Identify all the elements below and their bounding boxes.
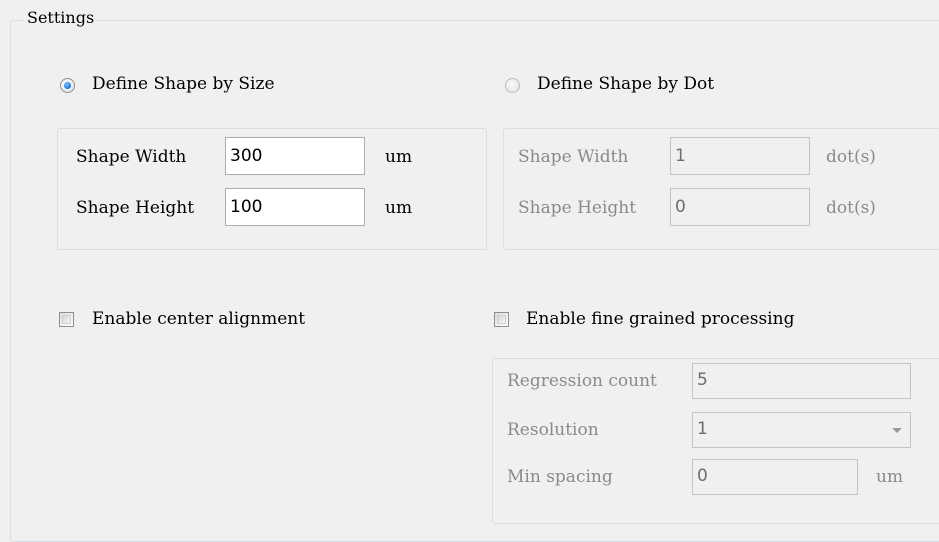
- define-by-size-label[interactable]: Define Shape by Size: [92, 74, 275, 94]
- regression-count-label: Regression count: [507, 371, 657, 391]
- dot-width-unit: dot(s): [826, 147, 876, 167]
- dot-height-unit: dot(s): [826, 198, 876, 218]
- size-width-label: Shape Width: [76, 147, 187, 167]
- dot-width-input[interactable]: 1: [670, 137, 810, 175]
- size-height-unit: um: [385, 198, 413, 218]
- size-width-unit: um: [385, 147, 413, 167]
- center-alignment-checkbox[interactable]: [59, 312, 74, 327]
- resolution-value: 1: [697, 419, 708, 439]
- dot-width-label: Shape Width: [518, 147, 629, 167]
- dot-height-input[interactable]: 0: [670, 188, 810, 226]
- size-width-input[interactable]: 300: [225, 137, 365, 175]
- fine-grained-checkbox[interactable]: [494, 312, 509, 327]
- resolution-label: Resolution: [507, 420, 599, 440]
- min-spacing-label: Min spacing: [507, 467, 613, 487]
- dot-height-label: Shape Height: [518, 198, 637, 218]
- define-by-dot-label[interactable]: Define Shape by Dot: [537, 74, 714, 94]
- define-by-size-radio[interactable]: [60, 78, 75, 93]
- min-spacing-unit: um: [876, 467, 904, 487]
- regression-count-input[interactable]: 5: [692, 363, 911, 399]
- settings-title: Settings: [24, 8, 98, 27]
- chevron-down-icon[interactable]: [892, 428, 902, 433]
- min-spacing-input[interactable]: 0: [692, 459, 858, 495]
- size-height-label: Shape Height: [76, 198, 195, 218]
- define-by-dot-radio[interactable]: [505, 78, 520, 93]
- center-alignment-label[interactable]: Enable center alignment: [92, 309, 305, 329]
- fine-grained-label[interactable]: Enable fine grained processing: [526, 309, 794, 329]
- size-height-input[interactable]: 100: [225, 188, 365, 226]
- resolution-select[interactable]: 1: [692, 412, 911, 448]
